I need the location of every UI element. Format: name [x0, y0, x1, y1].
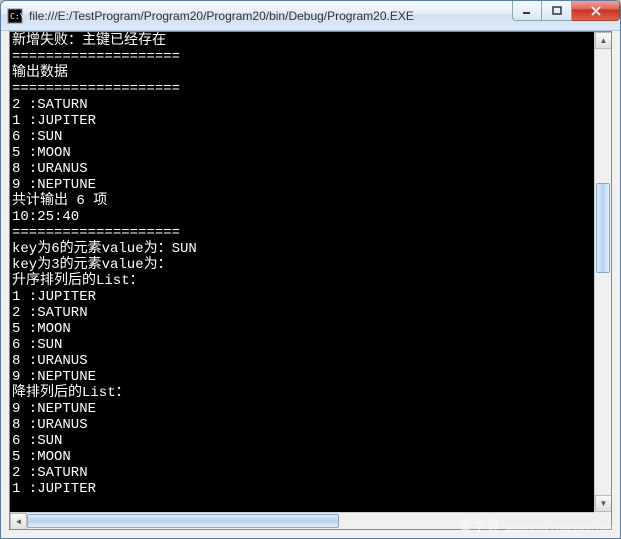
console-line: 共计输出 6 项 [12, 193, 592, 209]
app-window: C:\ file:///E:/TestProgram/Program20/Pro… [0, 0, 621, 539]
console-line: 6 :SUN [12, 129, 592, 145]
console-line: key为3的元素value为： [12, 257, 592, 273]
console-line: 2 :SATURN [12, 97, 592, 113]
titlebar[interactable]: C:\ file:///E:/TestProgram/Program20/Pro… [1, 1, 620, 31]
console-line: ==================== [12, 49, 592, 65]
console-output: 新增失败：主键已经存在====================输出数据=====… [10, 32, 594, 512]
horizontal-scrollbar[interactable]: ◄ ► [10, 512, 611, 529]
console-line: 5 :MOON [12, 449, 592, 465]
console-line: 8 :URANUS [12, 161, 592, 177]
console-line: 1 :JUPITER [12, 289, 592, 305]
console-line: 6 :SUN [12, 337, 592, 353]
console-line: 6 :SUN [12, 433, 592, 449]
console-line: ==================== [12, 225, 592, 241]
console-line: 8 :URANUS [12, 353, 592, 369]
scroll-h-thumb[interactable] [27, 514, 339, 528]
console-area: 新增失败：主键已经存在====================输出数据=====… [9, 31, 612, 530]
console-line: 10:25:40 [12, 209, 592, 225]
console-line: 输出数据 [12, 65, 592, 81]
console-line: 5 :MOON [12, 145, 592, 161]
scroll-h-track[interactable] [27, 513, 594, 529]
console-line: 降排列后的List： [12, 385, 592, 401]
window-controls [512, 1, 620, 21]
console-line: 升序排列后的List： [12, 273, 592, 289]
scroll-corner [594, 512, 611, 529]
console-line: 5 :MOON [12, 321, 592, 337]
console-line: 1 :JUPITER [12, 481, 592, 497]
vertical-scrollbar[interactable]: ▲ ▼ [594, 32, 611, 512]
scroll-left-button[interactable]: ◄ [10, 513, 27, 530]
scroll-up-button[interactable]: ▲ [595, 32, 612, 49]
minimize-button[interactable] [512, 1, 542, 21]
console-line: 8 :URANUS [12, 417, 592, 433]
console-line: 新增失败：主键已经存在 [12, 33, 592, 49]
console-line: 9 :NEPTUNE [12, 401, 592, 417]
console-line: 2 :SATURN [12, 305, 592, 321]
app-icon: C:\ [7, 8, 23, 24]
maximize-button[interactable] [542, 1, 572, 21]
console-line: 2 :SATURN [12, 465, 592, 481]
console-line: key为6的元素value为：SUN [12, 241, 592, 257]
console-line: 9 :NEPTUNE [12, 369, 592, 385]
scroll-down-button[interactable]: ▼ [595, 495, 612, 512]
console-line: 1 :JUPITER [12, 113, 592, 129]
scroll-v-track[interactable] [595, 49, 611, 495]
console-line: 9 :NEPTUNE [12, 177, 592, 193]
svg-text:C:\: C:\ [10, 12, 23, 21]
close-button[interactable] [572, 1, 620, 21]
console-line: ==================== [12, 81, 592, 97]
scroll-v-thumb[interactable] [596, 183, 610, 273]
